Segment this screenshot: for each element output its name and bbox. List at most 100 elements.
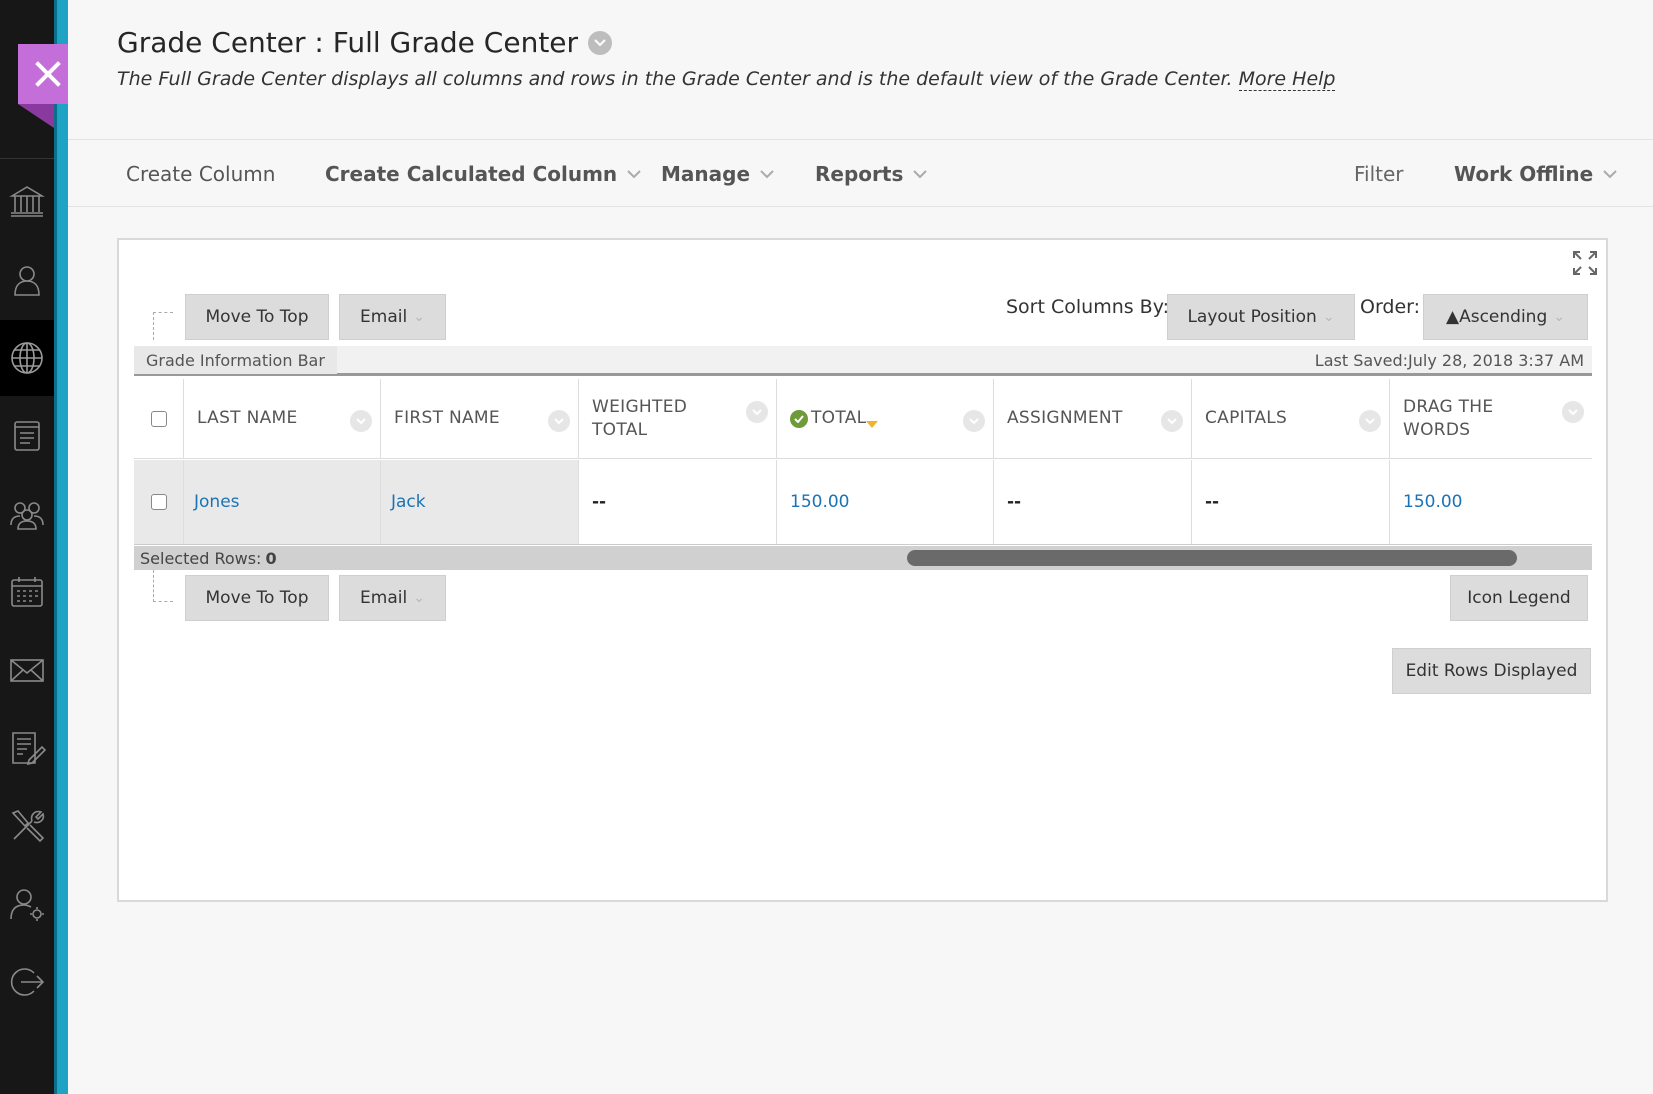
tree-connector [153,570,173,602]
page-title: Grade Center : Full Grade Center [117,26,579,59]
column-header-label: DRAG THE WORDS [1403,396,1494,440]
double-chevron-icon: ⌄ [1322,309,1335,325]
page-options-button[interactable] [588,30,613,55]
chevron-down-icon [594,38,606,46]
column-header-label: FIRST NAME [394,408,500,428]
row-checkbox[interactable] [150,494,167,510]
sort-columns-select[interactable]: Layout Position ⌄ [1167,294,1355,340]
scrollbar-thumb[interactable] [907,550,1517,566]
column-header-assignment[interactable]: ASSIGNMENT [994,379,1192,458]
email-menu[interactable]: Email ⌄ [339,294,446,340]
column-menu-button[interactable] [548,410,570,432]
icon-legend-label: Icon Legend [1467,588,1571,608]
courses-icon [14,421,40,451]
cell-first-name: Jack [381,460,579,544]
column-header-weighted-total[interactable]: WEIGHTED TOTAL [579,379,777,458]
chevron-down-icon [554,417,564,424]
icon-legend-button[interactable]: Icon Legend [1450,575,1588,621]
sort-value: Layout Position [1187,307,1317,327]
institution-icon [9,186,45,217]
grid-header-row: LAST NAME FIRST NAME WEIGHTED TOTAL TOTA… [134,379,1592,459]
student-first-name-link[interactable]: Jack [391,492,426,512]
profile-icon [14,266,40,296]
tools-nav[interactable] [0,788,54,864]
expand-icon[interactable] [1572,250,1598,276]
email-label: Email [360,307,408,327]
move-to-top-button[interactable]: Move To Top [185,294,329,340]
edit-rows-displayed-button[interactable]: Edit Rows Displayed [1392,648,1591,694]
sign-out-nav[interactable] [0,944,54,1020]
profile-nav[interactable] [0,242,54,318]
grades-icon [12,732,46,766]
page-description: The Full Grade Center displays all colum… [117,68,1336,91]
column-menu-button[interactable] [746,401,768,423]
messages-nav[interactable] [0,632,54,708]
cell-total[interactable]: 150.00 [777,460,994,544]
grades-nav[interactable] [0,710,54,786]
create-calculated-column-label: Create Calculated Column [325,162,618,186]
cell-weighted-total[interactable]: -- [579,460,777,544]
grade-information-tab[interactable]: Grade Information Bar [134,346,337,374]
email-menu-bottom[interactable]: Email ⌄ [339,575,446,621]
chevron-down-icon [356,417,366,424]
manage-menu[interactable]: Manage [661,141,774,207]
column-header-capitals[interactable]: CAPITALS [1192,379,1390,458]
column-menu-button[interactable] [1562,401,1584,423]
activity-stream-nav[interactable] [0,320,54,396]
grade-value: 150.00 [790,492,850,512]
organizations-nav[interactable] [0,476,54,552]
last-saved-status: Last Saved:July 28, 2018 3:37 AM [1314,350,1584,370]
double-chevron-icon: ⌄ [413,309,425,325]
reports-menu[interactable]: Reports [815,141,928,207]
column-menu-button[interactable] [1359,410,1381,432]
column-menu-button[interactable] [1161,410,1183,432]
student-last-name-link[interactable]: Jones [194,492,240,512]
select-all-checkbox[interactable] [150,410,167,427]
column-header-label: WEIGHTED TOTAL [592,396,688,440]
column-menu-button[interactable] [963,410,985,432]
column-header-label: ASSIGNMENT [1007,408,1123,428]
cell-drag-the-words[interactable]: 150.00 [1390,460,1592,544]
horizontal-scrollbar[interactable]: Selected Rows: 0 [134,546,1592,570]
create-column-button[interactable]: Create Column [126,141,275,207]
page-header: Grade Center : Full Grade Center The Ful… [68,0,1653,140]
select-all-cell [134,379,184,458]
create-calculated-column-menu[interactable]: Create Calculated Column [325,141,641,207]
chevron-down-icon [1365,417,1375,424]
chevron-down-icon [760,169,774,178]
cell-last-name: Jones [184,460,381,544]
move-to-top-button-bottom[interactable]: Move To Top [185,575,329,621]
institution-page-nav[interactable] [0,163,54,239]
grade-value: 150.00 [1403,492,1463,512]
page-title-group: Grade Center : Full Grade Center [117,26,613,59]
filter-button[interactable]: Filter [1354,141,1404,207]
calendar-nav[interactable] [0,554,54,630]
grade-center-panel: Move To Top Email ⌄ Sort Columns By: Lay… [117,238,1608,902]
sort-indicator-icon [866,421,879,428]
chevron-down-icon [969,417,979,424]
admin-user-icon [10,889,44,921]
page-description-text: The Full Grade Center displays all colum… [117,68,1233,90]
cell-assignment[interactable]: -- [994,460,1192,544]
action-bar: Create Column Create Calculated Column M… [68,141,1653,207]
column-header-first-name[interactable]: FIRST NAME [381,379,579,458]
work-offline-label: Work Offline [1454,162,1594,186]
column-header-last-name[interactable]: LAST NAME [184,379,381,458]
more-help-link[interactable]: More Help [1238,68,1336,91]
double-chevron-icon: ⌄ [1553,309,1565,325]
double-chevron-icon: ⌄ [413,590,425,606]
selected-rows-count: 0 [265,548,277,568]
chevron-down-icon [752,408,762,415]
work-offline-menu[interactable]: Work Offline [1454,141,1617,207]
external-grade-check-icon [790,409,808,428]
column-header-drag-the-words[interactable]: DRAG THE WORDS [1390,379,1592,458]
column-header-total[interactable]: TOTAL [777,379,994,458]
order-value: ▲Ascending [1446,307,1548,327]
column-menu-button[interactable] [350,410,372,432]
globe-icon [11,342,43,374]
calendar-icon [11,577,43,607]
order-select[interactable]: ▲Ascending ⌄ [1423,294,1588,340]
admin-tools-nav[interactable] [0,866,54,942]
cell-capitals[interactable]: -- [1192,460,1390,544]
courses-nav[interactable] [0,398,54,474]
